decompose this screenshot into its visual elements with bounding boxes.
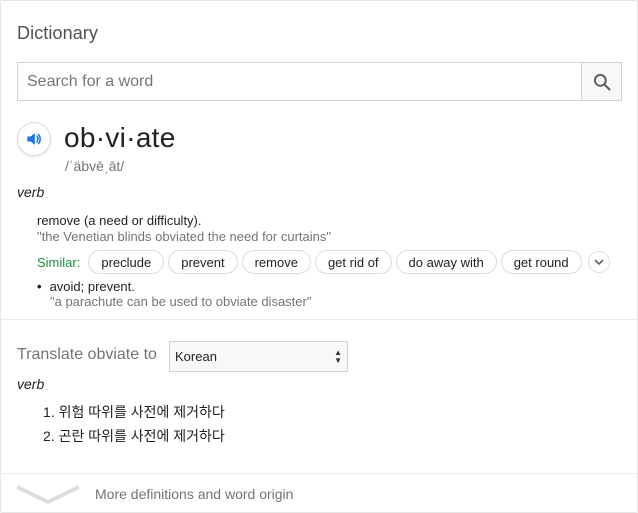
sub-definition-text: avoid; prevent. xyxy=(49,279,135,294)
similar-chip[interactable]: prevent xyxy=(168,250,238,274)
sub-definition: • avoid; prevent. xyxy=(37,279,135,294)
translation-number: 2. xyxy=(43,428,55,444)
translation-text: 위험 따위를 사전에 제거하다 xyxy=(58,404,225,420)
similar-chip[interactable]: preclude xyxy=(88,250,165,274)
headword: ob·vi·ate xyxy=(64,122,176,153)
translate-label: Translate obviate to xyxy=(17,346,157,363)
definition-example: "the Venetian blinds obviated the need f… xyxy=(37,229,331,244)
bullet: • xyxy=(37,279,42,294)
similar-chip[interactable]: get rid of xyxy=(314,250,392,274)
sub-definition-example: "a parachute can be used to obviate disa… xyxy=(50,294,312,309)
search-box xyxy=(17,62,622,101)
translation-number: 1. xyxy=(43,404,55,420)
part-of-speech: verb xyxy=(17,184,45,200)
similar-chip[interactable]: remove xyxy=(241,250,311,274)
language-select[interactable]: Korean ▲ ▼ xyxy=(169,341,348,372)
translation-item: 1. 위험 따위를 사전에 제거하다 xyxy=(43,402,225,422)
similar-chip[interactable]: get round xyxy=(500,250,582,274)
similar-label: Similar: xyxy=(37,254,81,270)
translation-text: 곤란 따위를 사전에 제거하다 xyxy=(58,428,225,444)
search-button[interactable] xyxy=(581,63,621,100)
more-definitions-button[interactable]: More definitions and word origin xyxy=(1,474,637,513)
definition-text: remove (a need or difficulty). xyxy=(37,213,202,228)
similar-words: Similar: preclude prevent remove get rid… xyxy=(37,249,610,275)
translation-item: 2. 곤란 따위를 사전에 제거하다 xyxy=(43,426,225,446)
phonetic: /ˈäbvēˌāt/ xyxy=(65,158,125,174)
select-arrows-icon: ▲ ▼ xyxy=(334,348,342,365)
card-title: Dictionary xyxy=(17,23,99,43)
search-icon xyxy=(593,73,611,91)
pronunciation-button[interactable] xyxy=(17,122,51,156)
chevron-down-icon xyxy=(16,485,80,504)
similar-chip[interactable]: do away with xyxy=(395,250,497,274)
translate-part-of-speech: verb xyxy=(17,376,45,392)
section-divider xyxy=(1,319,637,320)
more-definitions-label: More definitions and word origin xyxy=(95,486,294,502)
language-select-value: Korean xyxy=(175,349,217,364)
expand-similar-button[interactable] xyxy=(587,251,610,273)
search-input[interactable] xyxy=(18,63,581,100)
dictionary-card: Dictionary ob·vi·ate /ˈäbvēˌāt/ verb rem… xyxy=(0,0,638,513)
chevron-down-icon xyxy=(594,259,603,265)
speaker-icon xyxy=(27,133,41,145)
